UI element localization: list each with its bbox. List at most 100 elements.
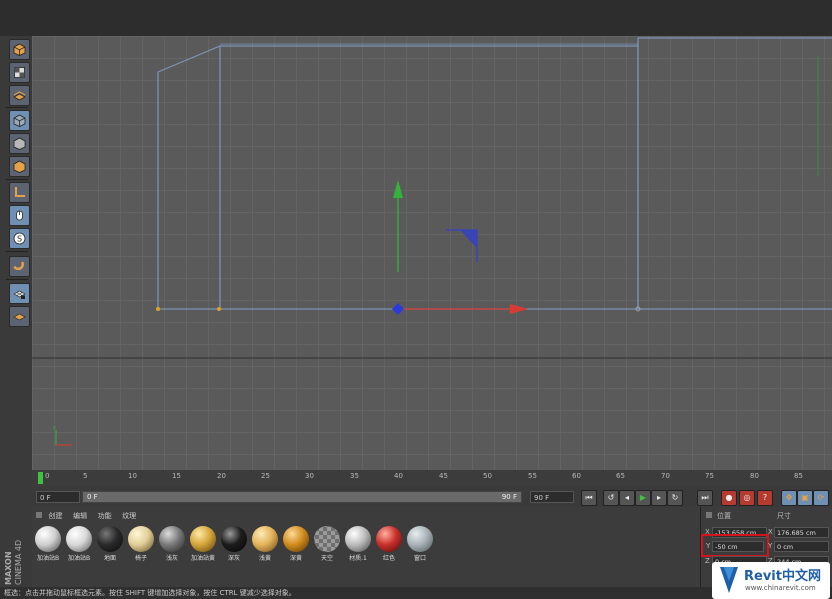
viewport[interactable]: y bbox=[32, 36, 832, 470]
playback-bar: 0 F 0 F 90 F 90 F ⏮ ↺ ◂ ▶ ▸ ↻ ⏭ ● ◎ ? ✥ … bbox=[32, 487, 832, 507]
timeline-tick: 35 bbox=[350, 472, 359, 480]
prev-key-icon[interactable]: ↺ bbox=[603, 490, 619, 506]
texture-icon[interactable] bbox=[9, 85, 30, 106]
timeline-tick: 45 bbox=[439, 472, 448, 480]
y-axis-arrow[interactable] bbox=[393, 180, 403, 198]
material-swatch[interactable]: 加油站B bbox=[65, 526, 93, 562]
material-menu-create[interactable]: 创建 bbox=[49, 512, 63, 520]
workplane-icon[interactable] bbox=[9, 306, 30, 327]
rotate-key-icon[interactable]: ⟳ bbox=[813, 490, 829, 506]
material-swatch[interactable]: 椅子 bbox=[127, 526, 155, 562]
material-swatch[interactable]: 加油站B bbox=[34, 526, 62, 562]
scale-key-icon[interactable]: ▣ bbox=[797, 490, 813, 506]
material-label: 深灰 bbox=[227, 555, 240, 562]
timeline-tick: 60 bbox=[572, 472, 581, 480]
material-swatch[interactable]: 红色 bbox=[375, 526, 403, 562]
material-ball bbox=[128, 526, 154, 552]
maxon-product: CINEMA 4D bbox=[14, 539, 23, 585]
x-axis-arrow[interactable] bbox=[510, 304, 528, 314]
material-swatch[interactable]: 深灰 bbox=[220, 526, 248, 562]
size-y-label: Y bbox=[768, 542, 773, 550]
material-menu-function[interactable]: 功能 bbox=[98, 512, 112, 520]
key-help-icon[interactable]: ? bbox=[757, 490, 773, 506]
go-end-icon[interactable]: ⏭ bbox=[697, 490, 713, 506]
size-x-field[interactable]: 176.685 cm bbox=[774, 527, 829, 538]
go-start-icon[interactable]: ⏮ bbox=[581, 490, 597, 506]
material-swatch[interactable]: 加油站黄 bbox=[189, 526, 217, 562]
material-ball bbox=[283, 526, 309, 552]
material-ball bbox=[376, 526, 402, 552]
watermark-url: www.chinarevit.com bbox=[745, 584, 816, 592]
timeline-tick: 80 bbox=[750, 472, 759, 480]
timeline-tick: 0 bbox=[45, 472, 50, 480]
material-swatch[interactable]: 窗口 bbox=[406, 526, 434, 562]
svg-text:S: S bbox=[17, 235, 22, 244]
point-cube-icon[interactable] bbox=[9, 156, 30, 177]
spline-segment-right[interactable] bbox=[637, 37, 832, 309]
timeline-tick: 10 bbox=[128, 472, 137, 480]
status-bar: 框选：点击并拖动鼠标框选元素。按住 SHIFT 键增加选择对象，按住 CTRL … bbox=[0, 587, 832, 599]
model-cube-icon[interactable] bbox=[9, 133, 30, 154]
magnet-icon[interactable] bbox=[9, 256, 30, 277]
mouse-icon[interactable] bbox=[9, 205, 30, 226]
material-ball bbox=[314, 526, 340, 552]
max-frame-field[interactable]: 90 F bbox=[530, 491, 574, 503]
material-menu-texture[interactable]: 纹理 bbox=[122, 512, 136, 520]
play-icon[interactable]: ▶ bbox=[635, 490, 651, 506]
corner-axis-icon[interactable] bbox=[9, 182, 30, 203]
material-ball bbox=[345, 526, 371, 552]
timeline-tick: 20 bbox=[217, 472, 226, 480]
spline-segment-left[interactable] bbox=[157, 45, 221, 309]
timeline-tick: 50 bbox=[483, 472, 492, 480]
spline-segment-top[interactable] bbox=[220, 45, 639, 309]
pos-y-label: Y bbox=[706, 542, 711, 550]
material-swatch[interactable]: 天空 bbox=[313, 526, 341, 562]
material-swatch[interactable]: 浅灰 bbox=[158, 526, 186, 562]
material-manager: 创建 编辑 功能 纹理 加油站B 加油站B 地面 椅子 浅灰 加油站黄 深灰 浅… bbox=[32, 507, 700, 587]
size-y-field[interactable]: 0 cm bbox=[774, 541, 829, 552]
material-swatch[interactable]: 地面 bbox=[96, 526, 124, 562]
next-frame-icon[interactable]: ▸ bbox=[651, 490, 667, 506]
timeline-tick: 85 bbox=[794, 472, 803, 480]
maxon-vendor: MAXON bbox=[4, 551, 13, 585]
auto-key-icon[interactable]: ◎ bbox=[739, 490, 755, 506]
material-menu-edit[interactable]: 编辑 bbox=[73, 512, 87, 520]
pos-y-field[interactable]: -50 cm bbox=[712, 541, 764, 552]
checker-cube-icon[interactable] bbox=[9, 62, 30, 83]
viewport-scene: y bbox=[32, 37, 832, 446]
timeline-ruler[interactable]: 0 5 10 15 20 25 30 35 40 45 50 55 60 65 … bbox=[32, 470, 832, 487]
material-ball bbox=[221, 526, 247, 552]
spline-point[interactable] bbox=[156, 307, 160, 311]
grid-lock-icon[interactable] bbox=[9, 283, 30, 304]
material-label: 浅灰 bbox=[165, 555, 178, 562]
material-ball bbox=[66, 526, 92, 552]
material-ball bbox=[35, 526, 61, 552]
snap-s-icon[interactable]: S bbox=[9, 228, 30, 249]
object-cube-icon[interactable] bbox=[9, 110, 30, 131]
maxon-logo: MAXON CINEMA 4D bbox=[0, 507, 32, 587]
timeline-tick: 5 bbox=[83, 472, 88, 480]
range-slider[interactable]: 0 F 90 F bbox=[82, 491, 522, 503]
move-key-icon[interactable]: ✥ bbox=[781, 490, 797, 506]
cube-icon[interactable] bbox=[9, 39, 30, 60]
material-ball bbox=[159, 526, 185, 552]
top-toolbar-area bbox=[0, 0, 832, 36]
next-key-icon[interactable]: ↻ bbox=[667, 490, 683, 506]
position-header: 位置 bbox=[717, 512, 731, 520]
material-ball bbox=[97, 526, 123, 552]
watermark-logo: Revit中文网 www.chinarevit.com bbox=[712, 562, 830, 599]
material-swatch[interactable]: 浅黄 bbox=[251, 526, 279, 562]
prev-frame-icon[interactable]: ◂ bbox=[619, 490, 635, 506]
material-swatch[interactable]: 深黄 bbox=[282, 526, 310, 562]
axis-center-handle[interactable] bbox=[392, 303, 404, 315]
size-header: 尺寸 bbox=[777, 512, 791, 520]
watermark-title: Revit中文网 bbox=[744, 569, 821, 584]
svg-text:y: y bbox=[53, 425, 56, 431]
spline-point[interactable] bbox=[217, 307, 221, 311]
material-swatch[interactable]: 材质.1 bbox=[344, 526, 372, 562]
record-key-icon[interactable]: ● bbox=[721, 490, 737, 506]
status-text: 框选：点击并拖动鼠标框选元素。按住 SHIFT 键增加选择对象，按住 CTRL … bbox=[4, 589, 296, 597]
current-frame-field[interactable]: 0 F bbox=[36, 491, 80, 503]
material-label: 加油站B bbox=[36, 555, 60, 562]
timeline-tick: 15 bbox=[172, 472, 181, 480]
